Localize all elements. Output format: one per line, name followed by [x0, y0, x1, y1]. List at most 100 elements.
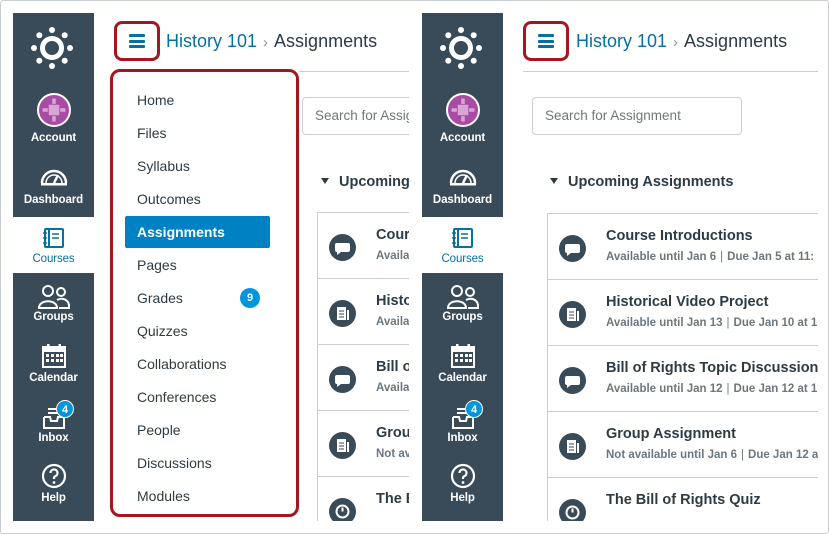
assignment-row[interactable]: Historical Video Project Available until…: [548, 280, 818, 346]
assignment-title[interactable]: Cour: [376, 227, 409, 243]
discussion-icon: [329, 366, 356, 393]
hamburger-menu-icon[interactable]: [538, 34, 554, 48]
assignment-availability: Available until Jan 13 | Due Jan 10 at 1: [606, 317, 818, 329]
availability-text: Availa: [376, 316, 409, 328]
upcoming-title: Upcoming: [339, 174, 409, 190]
availability-text: Availa: [376, 382, 409, 394]
nav-calendar-label: Calendar: [438, 372, 487, 384]
assignment-availability: Available until Jan 6 | Due Jan 5 at 11:: [606, 251, 815, 263]
discussion-icon: [559, 367, 586, 394]
nav-courses-label: Courses: [32, 253, 75, 265]
assignment-title[interactable]: The Bill of Rights Quiz: [606, 492, 761, 508]
account-avatar: [445, 93, 480, 127]
breadcrumb-course-link[interactable]: History 101: [576, 31, 667, 51]
collapse-triangle-icon: [550, 178, 558, 184]
grades-badge: 9: [240, 288, 260, 308]
assignment-title[interactable]: Group: [376, 425, 409, 441]
upcoming-assignments-header[interactable]: Upcoming Assignments: [550, 174, 733, 190]
search-input[interactable]: Search for Assig: [302, 97, 409, 135]
course-nav-collaborations[interactable]: Collaborations: [125, 348, 270, 380]
assignment-row[interactable]: Bill o Availa: [318, 345, 409, 411]
nav-dashboard[interactable]: Dashboard: [422, 158, 503, 218]
canvas-logo-icon[interactable]: [439, 26, 483, 70]
nav-account-label: Account: [439, 132, 486, 144]
assignment-title[interactable]: Bill o: [376, 359, 409, 375]
assignment-row[interactable]: Bill of Rights Topic Discussion Availabl…: [548, 346, 818, 412]
assignment-row[interactable]: Group Not av: [318, 411, 409, 477]
breadcrumb: History 101 › Assignments: [166, 31, 377, 52]
nav-calendar-label: Calendar: [29, 372, 78, 384]
assignment-row[interactable]: The B: [318, 477, 409, 521]
discussion-icon: [329, 234, 356, 261]
calendar-icon: [41, 344, 66, 368]
breadcrumb-separator: ›: [673, 34, 679, 51]
assignment-row[interactable]: Group Assignment Not available until Jan…: [548, 412, 818, 478]
nav-dashboard-label: Dashboard: [23, 194, 84, 206]
breadcrumb: History 101 › Assignments: [576, 31, 787, 52]
search-input[interactable]: Search for Assignment: [532, 97, 742, 135]
hamburger-menu-icon[interactable]: [129, 34, 145, 48]
availability-text: Available until Jan 6: [606, 251, 717, 263]
nav-dashboard[interactable]: Dashboard: [13, 158, 94, 218]
nav-help-label: Help: [450, 492, 475, 504]
nav-help[interactable]: Help: [13, 460, 94, 520]
assignment-list: Cour Availa Histo Availa Bill o Availa G…: [317, 212, 409, 521]
assignment-title[interactable]: Course Introductions: [606, 228, 753, 244]
nav-courses[interactable]: Courses: [13, 217, 94, 273]
assignment-title[interactable]: Historical Video Project: [606, 294, 769, 310]
assignment-row[interactable]: Histo Availa: [318, 279, 409, 345]
course-nav-assignments[interactable]: Assignments: [125, 216, 270, 248]
availability-text: Availa: [376, 250, 409, 262]
assignment-title[interactable]: Group Assignment: [606, 426, 736, 442]
course-nav-discussions[interactable]: Discussions: [125, 447, 270, 479]
course-nav-quizzes[interactable]: Quizzes: [125, 315, 270, 347]
course-nav-outcomes[interactable]: Outcomes: [125, 183, 270, 215]
course-nav-syllabus[interactable]: Syllabus: [125, 150, 270, 182]
assignment-row[interactable]: Cour Availa: [318, 213, 409, 279]
assignment-icon: [559, 433, 586, 460]
breadcrumb-course-link[interactable]: History 101: [166, 31, 257, 51]
breadcrumb-current-page: Assignments: [684, 31, 788, 51]
availability-text: Not av: [376, 448, 409, 460]
nav-calendar[interactable]: Calendar: [13, 340, 94, 400]
nav-account[interactable]: Account: [13, 91, 94, 151]
availability-text: Available until Jan 13: [606, 317, 723, 329]
assignment-row[interactable]: The Bill of Rights Quiz: [548, 478, 818, 521]
assignment-availability: Availa: [376, 250, 409, 262]
nav-inbox[interactable]: 4 Inbox: [422, 400, 503, 460]
assignment-title[interactable]: The B: [376, 491, 409, 507]
help-icon: [450, 463, 475, 489]
left-panel: Account Dashboard Courses Groups Calenda…: [13, 13, 409, 521]
calendar-icon: [450, 344, 475, 368]
canvas-logo-icon[interactable]: [30, 26, 74, 70]
nav-inbox[interactable]: 4 Inbox: [13, 400, 94, 460]
global-navigation: Account Dashboard Courses Groups Calenda…: [422, 13, 503, 521]
assignment-row[interactable]: Course Introductions Available until Jan…: [548, 214, 818, 280]
right-panel: Account Dashboard Courses Groups Calenda…: [422, 13, 818, 521]
course-nav-files[interactable]: Files: [125, 117, 270, 149]
course-nav-pages[interactable]: Pages: [125, 249, 270, 281]
course-nav-people[interactable]: People: [125, 414, 270, 446]
help-icon: [41, 463, 66, 489]
nav-help[interactable]: Help: [422, 460, 503, 520]
nav-courses[interactable]: Courses: [422, 217, 503, 273]
due-date-text: Due Jan 5 at 11:: [727, 251, 815, 263]
course-nav-grades[interactable]: Grades 9: [125, 282, 270, 314]
upcoming-assignments-header[interactable]: Upcoming: [321, 174, 409, 190]
course-nav-conferences[interactable]: Conferences: [125, 381, 270, 413]
nav-groups[interactable]: Groups: [13, 279, 94, 339]
assignment-title[interactable]: Bill of Rights Topic Discussion: [606, 360, 818, 376]
nav-calendar[interactable]: Calendar: [422, 340, 503, 400]
due-date-text: Due Jan 12 a: [748, 449, 818, 461]
discussion-icon: [559, 235, 586, 262]
nav-dashboard-label: Dashboard: [432, 194, 493, 206]
screenshot-frame: Account Dashboard Courses Groups Calenda…: [0, 0, 829, 534]
course-nav-modules[interactable]: Modules: [125, 480, 270, 512]
assignment-title[interactable]: Histo: [376, 293, 409, 309]
nav-groups[interactable]: Groups: [422, 279, 503, 339]
breadcrumb-separator: ›: [263, 34, 269, 51]
course-nav-grades-label: Grades: [137, 290, 183, 306]
course-nav-home[interactable]: Home: [125, 84, 270, 116]
upcoming-title: Upcoming Assignments: [568, 174, 734, 190]
nav-account[interactable]: Account: [422, 91, 503, 151]
